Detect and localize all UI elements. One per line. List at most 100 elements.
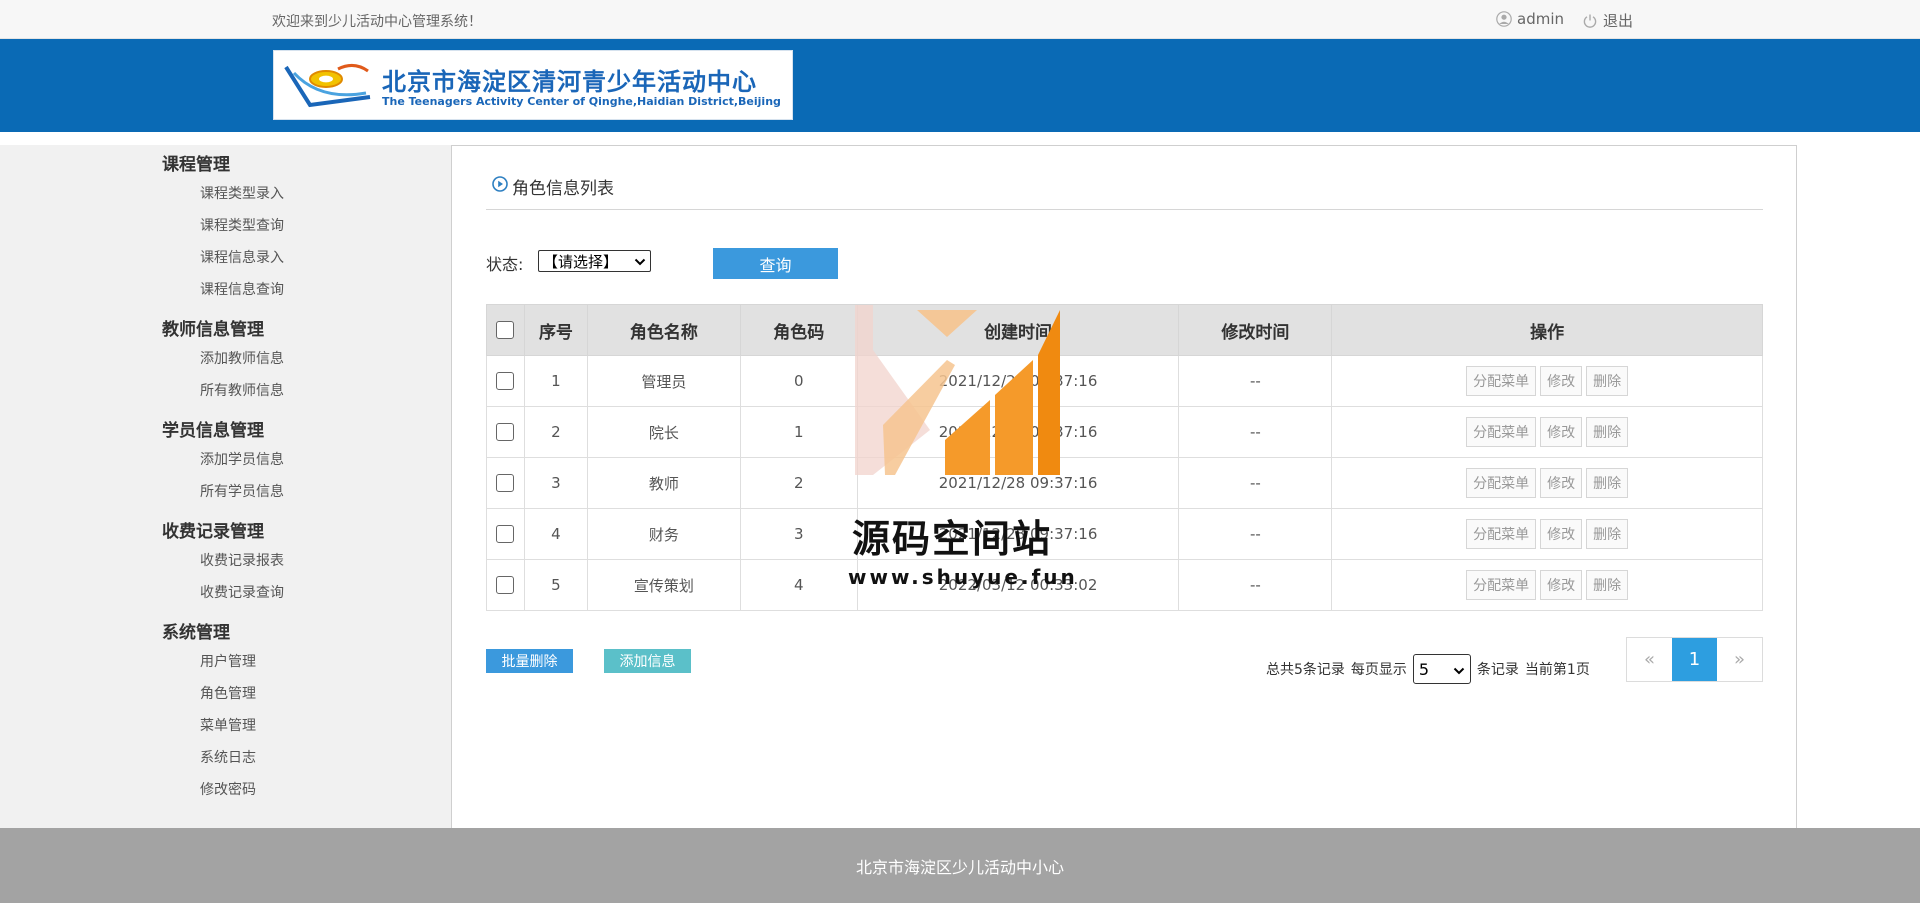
add-info-button[interactable]: 添加信息 bbox=[604, 649, 691, 673]
assign-menu-button[interactable]: 分配菜单 bbox=[1466, 417, 1537, 447]
table-row: 2 院长 1 2021/12/28 09:37:16 -- 分配菜单 修改 删除 bbox=[486, 406, 1763, 458]
next-page-button[interactable]: » bbox=[1717, 638, 1762, 681]
footer: 北京市海淀区少儿活动中小心 bbox=[0, 828, 1920, 903]
title-divider bbox=[486, 209, 1763, 210]
sidebar-group-fees[interactable]: 收费记录管理 bbox=[162, 517, 264, 542]
delete-button[interactable]: 删除 bbox=[1586, 570, 1629, 600]
cell-role-name: 宣传策划 bbox=[586, 559, 741, 611]
prev-page-button[interactable]: « bbox=[1627, 638, 1672, 681]
delete-button[interactable]: 删除 bbox=[1586, 519, 1629, 549]
edit-button[interactable]: 修改 bbox=[1540, 366, 1583, 396]
assign-menu-button[interactable]: 分配菜单 bbox=[1466, 519, 1537, 549]
sidebar-item-change-password[interactable]: 修改密码 bbox=[200, 779, 256, 799]
col-header-created: 创建时间 bbox=[856, 304, 1180, 356]
watermark-text: 源码空间站 bbox=[852, 517, 1053, 561]
sidebar: 课程管理 课程类型录入 课程类型查询 课程信息录入 课程信息查询 教师信息管理 … bbox=[0, 145, 451, 828]
chevron-down-icon bbox=[634, 252, 646, 270]
pagination: « 1 » bbox=[1626, 637, 1763, 682]
table-row: 1 管理员 0 2021/12/28 09:37:16 -- 分配菜单 修改 删除 bbox=[486, 355, 1763, 407]
top-bar: 欢迎来到少儿活动中心管理系统！ admin 退出 bbox=[0, 0, 1920, 39]
sidebar-item-fee-query[interactable]: 收费记录查询 bbox=[200, 582, 284, 602]
sidebar-item-add-teacher[interactable]: 添加教师信息 bbox=[200, 348, 284, 368]
cell-role-name: 管理员 bbox=[586, 355, 741, 407]
cell-role-name: 财务 bbox=[586, 508, 741, 560]
user-icon bbox=[1496, 11, 1512, 27]
cell-no: 3 bbox=[523, 457, 588, 509]
sidebar-item-all-teachers[interactable]: 所有教师信息 bbox=[200, 380, 284, 400]
cell-modified: -- bbox=[1178, 559, 1333, 611]
cell-no: 1 bbox=[523, 355, 588, 407]
sidebar-item-users[interactable]: 用户管理 bbox=[200, 651, 256, 671]
cell-role-code: 4 bbox=[739, 559, 858, 611]
power-icon bbox=[1582, 13, 1598, 29]
select-all-checkbox[interactable] bbox=[496, 321, 515, 339]
footer-text: 北京市海淀区少儿活动中小心 bbox=[855, 857, 1064, 877]
page-size-select[interactable]: 5 bbox=[1412, 654, 1471, 684]
edit-button[interactable]: 修改 bbox=[1540, 570, 1583, 600]
sidebar-group-teacher[interactable]: 教师信息管理 bbox=[162, 315, 264, 340]
row-checkbox[interactable] bbox=[496, 372, 515, 391]
logo-title-cn: 北京市海淀区清河青少年活动中心 bbox=[382, 68, 757, 96]
cell-actions: 分配菜单 修改 删除 bbox=[1331, 559, 1763, 611]
cell-created: 2021/12/28 09:37:16 bbox=[856, 406, 1180, 458]
sidebar-item-roles[interactable]: 角色管理 bbox=[200, 683, 256, 703]
sidebar-item-menus[interactable]: 菜单管理 bbox=[200, 715, 256, 735]
cell-no: 4 bbox=[523, 508, 588, 560]
sidebar-item-course-info-entry[interactable]: 课程信息录入 bbox=[200, 247, 284, 267]
cell-role-name: 教师 bbox=[586, 457, 741, 509]
current-user[interactable]: admin bbox=[1496, 10, 1564, 28]
current-page-text: 当前第1页 bbox=[1524, 662, 1590, 678]
sidebar-group-student[interactable]: 学员信息管理 bbox=[162, 416, 264, 441]
cell-modified: -- bbox=[1178, 355, 1333, 407]
sidebar-item-all-students[interactable]: 所有学员信息 bbox=[200, 481, 284, 501]
cell-created: 2021/12/28 09:37:16 bbox=[856, 355, 1180, 407]
records-unit: 条记录 bbox=[1476, 662, 1519, 678]
cell-modified: -- bbox=[1178, 508, 1333, 560]
delete-button[interactable]: 删除 bbox=[1586, 468, 1629, 498]
edit-button[interactable]: 修改 bbox=[1540, 417, 1583, 447]
batch-delete-button[interactable]: 批量删除 bbox=[486, 649, 573, 673]
edit-button[interactable]: 修改 bbox=[1540, 519, 1583, 549]
chevron-down-icon bbox=[1453, 660, 1465, 679]
row-checkbox[interactable] bbox=[496, 423, 515, 442]
logo-title-en: The Teenagers Activity Center of Qinghe,… bbox=[382, 95, 781, 108]
sidebar-item-course-type-entry[interactable]: 课程类型录入 bbox=[200, 183, 284, 203]
logout-link[interactable]: 退出 bbox=[1582, 10, 1633, 31]
per-page-label: 每页显示 bbox=[1350, 662, 1407, 678]
status-select-value: 【请选择】 bbox=[543, 252, 619, 271]
col-header-modified: 修改时间 bbox=[1178, 304, 1333, 356]
delete-button[interactable]: 删除 bbox=[1586, 417, 1629, 447]
select-all-cell bbox=[486, 304, 525, 356]
cell-actions: 分配菜单 修改 删除 bbox=[1331, 406, 1763, 458]
page-size-value: 5 bbox=[1418, 659, 1430, 679]
assign-menu-button[interactable]: 分配菜单 bbox=[1466, 468, 1537, 498]
assign-menu-button[interactable]: 分配菜单 bbox=[1466, 366, 1537, 396]
cell-actions: 分配菜单 修改 删除 bbox=[1331, 355, 1763, 407]
delete-button[interactable]: 删除 bbox=[1586, 366, 1629, 396]
sidebar-group-system[interactable]: 系统管理 bbox=[162, 618, 230, 643]
cell-no: 2 bbox=[523, 406, 588, 458]
assign-menu-button[interactable]: 分配菜单 bbox=[1466, 570, 1537, 600]
sidebar-item-fee-report[interactable]: 收费记录报表 bbox=[200, 550, 284, 570]
query-button[interactable]: 查询 bbox=[713, 248, 838, 279]
cell-modified: -- bbox=[1178, 406, 1333, 458]
col-header-role-code: 角色码 bbox=[739, 304, 858, 356]
site-logo[interactable]: 北京市海淀区清河青少年活动中心 The Teenagers Activity C… bbox=[273, 50, 793, 120]
watermark-url: www.shuyue.fun bbox=[848, 565, 1078, 589]
page-button-1[interactable]: 1 bbox=[1672, 638, 1717, 681]
sidebar-item-add-student[interactable]: 添加学员信息 bbox=[200, 449, 284, 469]
sidebar-item-course-type-query[interactable]: 课程类型查询 bbox=[200, 215, 284, 235]
cell-no: 5 bbox=[523, 559, 588, 611]
sidebar-item-course-info-query[interactable]: 课程信息查询 bbox=[200, 279, 284, 299]
sidebar-group-course[interactable]: 课程管理 bbox=[162, 150, 230, 175]
table-header-row: 序号 角色名称 角色码 创建时间 修改时间 操作 bbox=[486, 304, 1763, 356]
status-filter-label: 状态: bbox=[486, 255, 524, 274]
row-checkbox[interactable] bbox=[496, 525, 515, 544]
row-checkbox[interactable] bbox=[496, 474, 515, 493]
edit-button[interactable]: 修改 bbox=[1540, 468, 1583, 498]
play-circle-icon bbox=[492, 176, 508, 197]
status-select[interactable]: 【请选择】 bbox=[538, 250, 651, 272]
cell-role-code: 2 bbox=[739, 457, 858, 509]
row-checkbox[interactable] bbox=[496, 576, 515, 595]
sidebar-item-system-log[interactable]: 系统日志 bbox=[200, 747, 256, 767]
